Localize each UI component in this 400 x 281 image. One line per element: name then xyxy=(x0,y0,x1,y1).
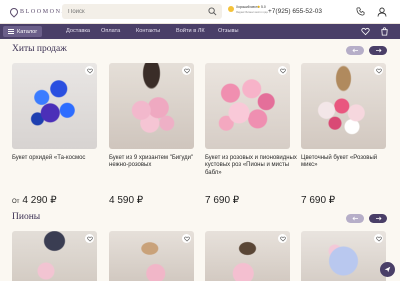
product-photo-orchids[interactable] xyxy=(12,63,97,149)
favorite-button[interactable] xyxy=(85,234,94,243)
price-value: 4 590 ₽ xyxy=(109,195,144,206)
carousel-next-button[interactable] xyxy=(369,46,387,55)
phone-number[interactable]: +7(925) 655-52-03 xyxy=(268,8,322,15)
nav-item-delivery[interactable]: Доставка xyxy=(66,28,90,34)
logo-mark-icon xyxy=(8,6,20,18)
heart-icon xyxy=(86,236,93,242)
heart-icon xyxy=(183,68,190,74)
product-photo-peony-roses[interactable] xyxy=(205,63,290,149)
chat-button[interactable] xyxy=(380,262,395,277)
favorite-button[interactable] xyxy=(85,66,94,75)
heart-icon xyxy=(375,68,382,74)
favorite-button[interactable] xyxy=(182,66,191,75)
favorite-button[interactable] xyxy=(182,234,191,243)
heart-icon xyxy=(279,236,286,242)
favorite-button[interactable] xyxy=(374,234,383,243)
nav-item-payment[interactable]: Оплата xyxy=(101,28,120,34)
carousel-prev-button[interactable] xyxy=(346,214,364,223)
product-photo-peonies-4[interactable] xyxy=(301,231,386,281)
product-photo-pink-mix[interactable] xyxy=(301,63,386,149)
heart-icon xyxy=(86,68,93,74)
favorite-button[interactable] xyxy=(278,66,287,75)
product-photo-chrysanthemums[interactable] xyxy=(109,63,194,149)
catalog-label: Каталог xyxy=(17,28,38,35)
search-input[interactable] xyxy=(68,8,198,15)
heart-icon xyxy=(375,236,382,242)
price-value: 7 690 ₽ xyxy=(205,195,240,206)
yandex-rating-badge[interactable]: Хороший место ★ 5.0 Яндекс Бизнес место … xyxy=(228,4,268,19)
nav-item-login[interactable]: Войти в ЛК xyxy=(176,28,205,34)
top-bar: BLOOMONA Хороший место ★ 5.0 Яндекс Бизн… xyxy=(0,0,400,24)
user-icon[interactable] xyxy=(377,7,387,17)
logo[interactable]: BLOOMONA xyxy=(8,6,68,18)
section-title-bestsellers: Хиты продаж xyxy=(12,44,67,54)
price-value: 7 690 ₽ xyxy=(301,195,336,206)
heart-icon xyxy=(279,68,286,74)
product-photo-peonies-1[interactable] xyxy=(12,231,97,281)
product-price: 7 690 ₽ xyxy=(301,195,335,206)
price-value: 4 290 ₽ xyxy=(22,195,57,206)
menu-icon xyxy=(8,29,14,34)
product-photo-peonies-2[interactable] xyxy=(109,231,194,281)
catalog-button[interactable]: Каталог xyxy=(3,26,43,37)
section-title-peonies: Пионы xyxy=(12,212,41,222)
brand-name: BLOOMONA xyxy=(20,9,68,15)
arrow-left-icon xyxy=(351,216,358,221)
product-name[interactable]: Букет орхидей «Та-космос xyxy=(12,155,104,162)
rating-label: Хороший место xyxy=(236,5,260,9)
phone-icon[interactable] xyxy=(356,7,365,16)
product-price: 7 690 ₽ xyxy=(205,195,239,206)
rating-subtitle: Яндекс Бизнес место года xyxy=(236,11,268,14)
product-name[interactable]: Цветочный букет «Розовый микс» xyxy=(301,155,393,170)
product-name[interactable]: Букет из розовых и пионовидных кустовых … xyxy=(205,155,297,177)
price-prefix: От xyxy=(12,199,20,205)
search-bar xyxy=(62,4,222,19)
product-price: 4 590 ₽ xyxy=(109,195,143,206)
product-name[interactable]: Букет из 9 хризантем "Бигуди" нежно-розо… xyxy=(109,155,201,170)
favorite-button[interactable] xyxy=(374,66,383,75)
heart-icon[interactable] xyxy=(361,27,370,36)
product-price: От 4 290 ₽ xyxy=(12,195,57,206)
main-nav: Каталог Доставка Оплата Контакты Войти в… xyxy=(0,24,400,39)
nav-item-contacts[interactable]: Контакты xyxy=(136,28,160,34)
yandex-logo-icon xyxy=(228,6,234,12)
arrow-right-icon xyxy=(375,216,382,221)
carousel-prev-button[interactable] xyxy=(346,46,364,55)
rating-score: 5.0 xyxy=(261,5,266,9)
cart-icon[interactable] xyxy=(380,27,389,36)
product-photo-peonies-3[interactable] xyxy=(205,231,290,281)
arrow-left-icon xyxy=(351,48,358,53)
arrow-right-icon xyxy=(375,48,382,53)
heart-icon xyxy=(183,236,190,242)
carousel-next-button[interactable] xyxy=(369,214,387,223)
send-icon xyxy=(384,266,391,273)
search-icon[interactable] xyxy=(208,7,217,16)
nav-item-reviews[interactable]: Отзывы xyxy=(218,28,239,34)
favorite-button[interactable] xyxy=(278,234,287,243)
